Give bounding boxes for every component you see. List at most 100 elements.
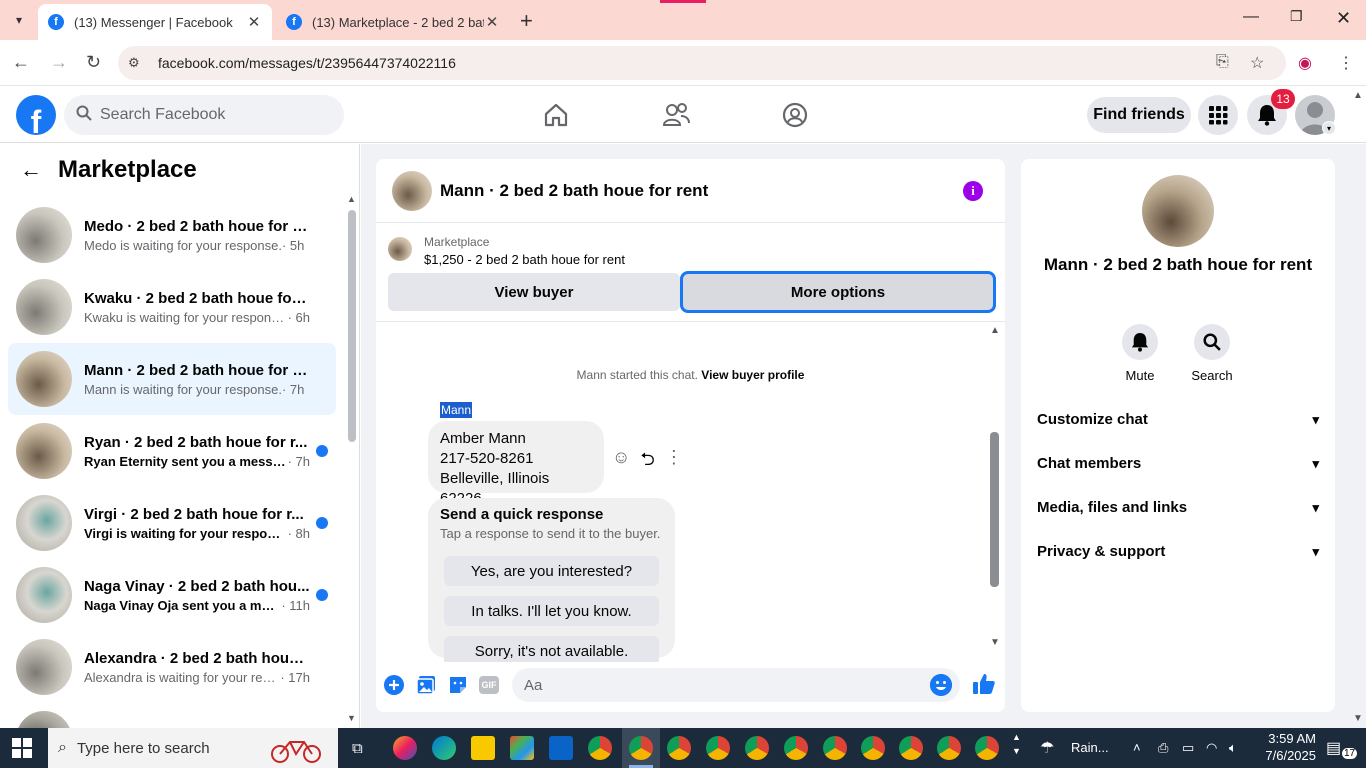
windows-start-icon[interactable] — [12, 738, 32, 758]
restore-icon[interactable]: ❐ — [1290, 8, 1303, 25]
menu-grid-icon[interactable] — [1198, 95, 1238, 135]
chrome-icon[interactable] — [861, 736, 885, 760]
file-explorer-icon[interactable] — [471, 736, 495, 760]
minimize-icon[interactable]: — — [1243, 8, 1259, 26]
url-field[interactable]: ⚙ facebook.com/messages/t/23956447374022… — [118, 46, 1286, 80]
copilot-icon[interactable] — [393, 736, 417, 760]
task-view-icon[interactable]: ⧉ — [352, 740, 363, 757]
chrome-icon[interactable] — [899, 736, 923, 760]
page-scroll-down-icon[interactable]: ▼ — [1353, 713, 1363, 724]
meet-now-icon[interactable]: ⎙ — [1158, 740, 1168, 756]
find-friends-button[interactable]: Find friends — [1087, 97, 1191, 133]
react-emoji-icon[interactable]: ☺ — [612, 447, 630, 477]
tab-search-chevron-icon[interactable]: ▾ — [8, 9, 30, 31]
mute-action[interactable]: Mute — [1110, 324, 1170, 383]
photo-icon[interactable] — [415, 674, 437, 696]
chrome-icon[interactable] — [667, 736, 691, 760]
taskbar-search[interactable]: ⌕ Type here to search — [48, 728, 338, 768]
sticker-icon[interactable] — [447, 674, 469, 696]
store-icon[interactable] — [510, 736, 534, 760]
back-arrow-icon[interactable]: ← — [20, 157, 42, 183]
conversation-item[interactable]: Alexander · 2 bed 2 bath houe f... — [8, 703, 336, 728]
media-files-links-row[interactable]: Media, files and links ▾ — [1037, 499, 1319, 516]
conversation-item[interactable]: Alexandra · 2 bed 2 bath houe f... Alexan… — [8, 631, 336, 703]
chat-scrollbar[interactable] — [990, 432, 999, 587]
chat-avatar[interactable] — [392, 170, 432, 211]
view-buyer-button[interactable]: View buyer — [388, 273, 680, 311]
search-action[interactable]: Search — [1182, 324, 1242, 383]
view-buyer-profile-link[interactable]: View buyer profile — [701, 368, 804, 382]
conversation-item[interactable]: Medo · 2 bed 2 bath houe for rent Medo is… — [8, 199, 336, 271]
gif-icon[interactable]: GIF — [479, 676, 499, 694]
bookmark-star-icon[interactable]: ☆ — [1250, 53, 1264, 73]
wifi-icon[interactable]: ◠ — [1206, 740, 1217, 756]
chrome-icon[interactable] — [823, 736, 847, 760]
page-scroll-up-icon[interactable]: ▲ — [1353, 90, 1363, 101]
message-input-wrapper[interactable] — [512, 668, 960, 702]
chrome-icon[interactable] — [784, 736, 808, 760]
more-actions-icon[interactable]: ⋮ — [665, 447, 683, 477]
chrome-icon[interactable] — [588, 736, 612, 760]
conversation-item[interactable]: Naga Vinay · 2 bed 2 bath hou... Naga Vin… — [8, 559, 336, 631]
plus-circle-icon[interactable] — [383, 674, 405, 696]
profile-icon[interactable]: ◉ — [1298, 53, 1312, 73]
chat-scroll-down-icon[interactable]: ▼ — [990, 637, 1000, 648]
chrome-icon[interactable] — [745, 736, 769, 760]
battery-icon[interactable]: ▭ — [1182, 740, 1194, 756]
more-options-button[interactable]: More options — [680, 271, 996, 313]
weather-text[interactable]: Rain... — [1071, 740, 1109, 755]
home-icon[interactable] — [541, 100, 571, 130]
left-scrollbar[interactable] — [348, 210, 356, 442]
search-input[interactable] — [100, 106, 320, 124]
conversation-item[interactable]: Kwaku · 2 bed 2 bath houe for r... Kwaku … — [8, 271, 336, 343]
quick-response-button[interactable]: In talks. I'll let you know. — [444, 596, 659, 626]
volume-icon[interactable]: 🔈︎ — [1229, 740, 1237, 756]
close-tab-icon[interactable]: ✕ — [246, 13, 262, 31]
umbrella-weather-icon[interactable]: ☂ — [1040, 738, 1054, 758]
edge-icon[interactable] — [432, 736, 456, 760]
chat-title[interactable]: Mann · 2 bed 2 bath houe for rent — [440, 181, 708, 201]
close-tab-icon[interactable]: ✕ — [484, 13, 500, 31]
account-chevron-down-icon[interactable]: ▾ — [1322, 121, 1336, 135]
clock-time[interactable]: 3:59 AM — [1256, 731, 1316, 746]
chrome-icon[interactable] — [706, 736, 730, 760]
tab-marketplace[interactable]: f (13) Marketplace - 2 bed 2 bath ✕ — [276, 4, 510, 40]
friends-icon[interactable] — [661, 100, 691, 130]
clock-date[interactable]: 7/6/2025 — [1256, 748, 1316, 763]
chrome-icon[interactable] — [937, 736, 961, 760]
emoji-icon[interactable] — [930, 674, 952, 696]
chat-scroll-up-icon[interactable]: ▲ — [990, 325, 1000, 336]
scroll-down-arrow-icon[interactable]: ▼ — [347, 713, 356, 723]
message-bubble[interactable]: Amber Mann 217-520-8261 Belleville, Illi… — [428, 421, 604, 507]
tab-messenger[interactable]: f (13) Messenger | Facebook ✕ — [38, 4, 272, 40]
scroll-up-arrow-icon[interactable]: ▲ — [347, 194, 356, 204]
close-window-icon[interactable]: ✕ — [1336, 8, 1351, 29]
privacy-support-row[interactable]: Privacy & support ▾ — [1037, 543, 1319, 560]
conversation-item[interactable]: Mann · 2 bed 2 bath houe for rent Mann is… — [8, 343, 336, 415]
forward-icon[interactable]: → — [50, 52, 68, 73]
reply-icon[interactable]: ⮌ — [640, 447, 654, 477]
thumbs-up-icon[interactable] — [972, 672, 996, 696]
back-icon[interactable]: ← — [12, 52, 30, 73]
facebook-logo[interactable]: f — [16, 95, 56, 135]
chat-info-avatar[interactable] — [1142, 175, 1214, 247]
reload-icon[interactable]: ↻ — [86, 52, 101, 73]
browser-menu-icon[interactable]: ⋮ — [1338, 53, 1354, 73]
notification-center-icon[interactable]: ▤ — [1326, 738, 1341, 758]
conversation-item[interactable]: Virgi · 2 bed 2 bath houe for r... Virgi … — [8, 487, 336, 559]
outlook-icon[interactable] — [549, 736, 573, 760]
new-tab-icon[interactable]: + — [520, 8, 533, 34]
groups-icon[interactable] — [780, 100, 810, 130]
site-info-icon[interactable]: ⚙ — [128, 55, 150, 71]
customize-chat-row[interactable]: Customize chat ▾ — [1037, 411, 1319, 428]
info-icon[interactable]: i — [963, 181, 983, 201]
message-input[interactable] — [524, 676, 904, 694]
quick-response-button[interactable]: Yes, are you interested? — [444, 556, 659, 586]
chrome-icon[interactable] — [975, 736, 999, 760]
conversation-item[interactable]: Ryan · 2 bed 2 bath houe for r... Ryan Et… — [8, 415, 336, 487]
listing-summary[interactable]: Marketplace $1,250 - 2 bed 2 bath houe f… — [388, 235, 625, 267]
facebook-search[interactable] — [64, 95, 344, 135]
chrome-icon[interactable] — [629, 736, 653, 760]
show-hidden-icons-chevron-icon[interactable]: ˄ — [1133, 740, 1141, 755]
install-app-icon[interactable]: ⎘ — [1216, 53, 1229, 71]
